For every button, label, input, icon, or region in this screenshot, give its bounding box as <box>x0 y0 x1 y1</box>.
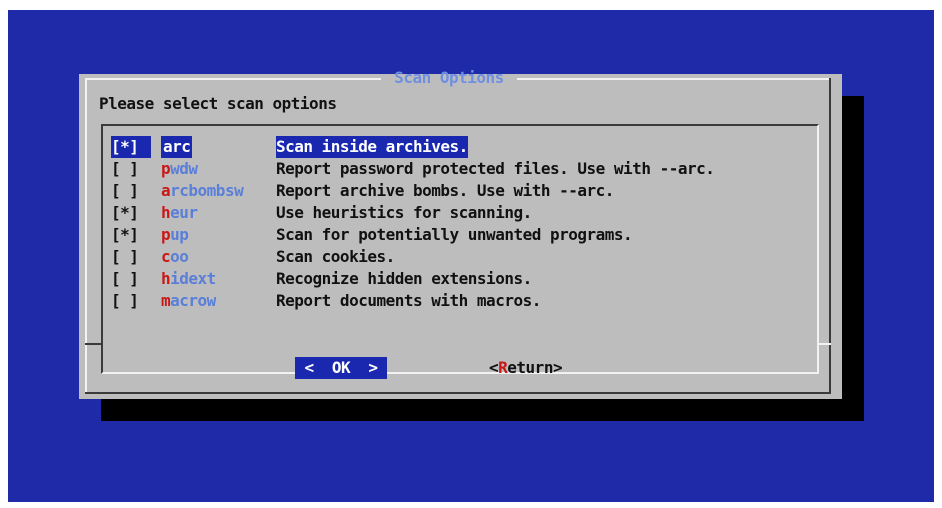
option-hotkey: h <box>161 269 171 288</box>
ok-label: OK <box>331 358 351 377</box>
ok-button[interactable]: < OK > <box>295 357 387 379</box>
option-tag[interactable]: pwdw <box>161 158 198 180</box>
ok-bracket-left: < <box>304 358 332 377</box>
option-tag[interactable]: hidext <box>161 268 216 290</box>
option-hotkey: a <box>161 181 171 200</box>
option-tag-rest: wdw <box>170 159 198 178</box>
option-description: Use heuristics for scanning. <box>276 203 532 222</box>
option-description: Scan inside archives. <box>276 136 468 158</box>
option-tag[interactable]: pup <box>161 224 189 246</box>
option-row-arcbombsw[interactable]: [ ] arcbombsw Report archive bombs. Use … <box>111 180 614 202</box>
option-row-coo[interactable]: [ ] coo Scan cookies. <box>111 246 395 268</box>
option-hotkey: m <box>161 291 171 310</box>
dialog-separator-left <box>85 343 101 345</box>
dialog-prompt: Please select scan options <box>99 94 337 113</box>
option-tag[interactable]: heur <box>161 202 198 224</box>
option-description: Scan for potentially unwanted programs. <box>276 225 633 244</box>
option-tag[interactable]: coo <box>161 246 189 268</box>
option-checkbox[interactable]: [ ] <box>111 158 159 180</box>
option-hotkey: c <box>161 247 171 266</box>
option-checkbox[interactable]: [ ] <box>111 290 159 312</box>
option-tag-rest: idext <box>170 269 216 288</box>
option-tag-rest: acrow <box>170 291 216 310</box>
option-hotkey: p <box>161 225 171 244</box>
option-description: Report password protected files. Use wit… <box>276 159 715 178</box>
return-hotkey: R <box>498 358 508 377</box>
ok-bracket-right: > <box>350 358 378 377</box>
option-tag-rest: rc <box>172 137 191 156</box>
option-checkbox[interactable]: [*] <box>111 202 159 224</box>
dialog-separator-right <box>817 343 831 345</box>
option-tag-rest: up <box>170 225 189 244</box>
dialog-frame-bottom <box>85 392 831 394</box>
option-description: Report archive bombs. Use with --arc. <box>276 181 614 200</box>
dialog-title: Scan Options <box>394 68 504 87</box>
return-button[interactable]: <Return> <box>489 357 563 379</box>
dialog-frame-right <box>829 78 831 394</box>
option-row-macrow[interactable]: [ ] macrow Report documents with macros. <box>111 290 541 312</box>
option-checkbox[interactable]: [*] <box>111 224 159 246</box>
option-hotkey: p <box>161 159 171 178</box>
option-tag-rest: rcbombsw <box>170 181 244 200</box>
option-row-pup[interactable]: [*] pup Scan for potentially unwanted pr… <box>111 224 633 246</box>
option-row-arc[interactable]: [*] arc Scan inside archives. <box>111 136 468 158</box>
option-row-heur[interactable]: [*] heur Use heuristics for scanning. <box>111 202 532 224</box>
option-tag[interactable]: arc <box>161 136 193 158</box>
return-bracket-left: < <box>489 358 499 377</box>
option-tag-rest: eur <box>170 203 198 222</box>
option-checkbox[interactable]: [ ] <box>111 180 159 202</box>
option-tag[interactable]: macrow <box>161 290 216 312</box>
option-row-pwdw[interactable]: [ ] pwdw Report password protected files… <box>111 158 715 180</box>
option-checkbox[interactable]: [ ] <box>111 246 159 268</box>
dialog-frame-top-left <box>85 78 381 80</box>
option-tag[interactable]: arcbombsw <box>161 180 244 202</box>
option-checkbox[interactable]: [ ] <box>111 268 159 290</box>
option-description: Report documents with macros. <box>276 291 541 310</box>
option-description: Scan cookies. <box>276 247 395 266</box>
return-label-rest: eturn> <box>507 358 563 377</box>
screen: Scan Options Please select scan options … <box>0 0 942 508</box>
dialog-frame-left <box>85 78 87 394</box>
option-description: Recognize hidden extensions. <box>276 269 532 288</box>
scan-options-dialog: Scan Options Please select scan options … <box>79 68 842 399</box>
option-row-hidext[interactable]: [ ] hidext Recognize hidden extensions. <box>111 268 532 290</box>
option-tag-rest: oo <box>170 247 189 266</box>
option-checkbox[interactable]: [*] <box>111 136 151 158</box>
option-hotkey: h <box>161 203 171 222</box>
option-hotkey: a <box>163 137 173 156</box>
options-checklist[interactable]: [*] arc Scan inside archives. [ ] pwdw R… <box>101 124 819 374</box>
dialog-frame-top-right <box>517 78 829 80</box>
